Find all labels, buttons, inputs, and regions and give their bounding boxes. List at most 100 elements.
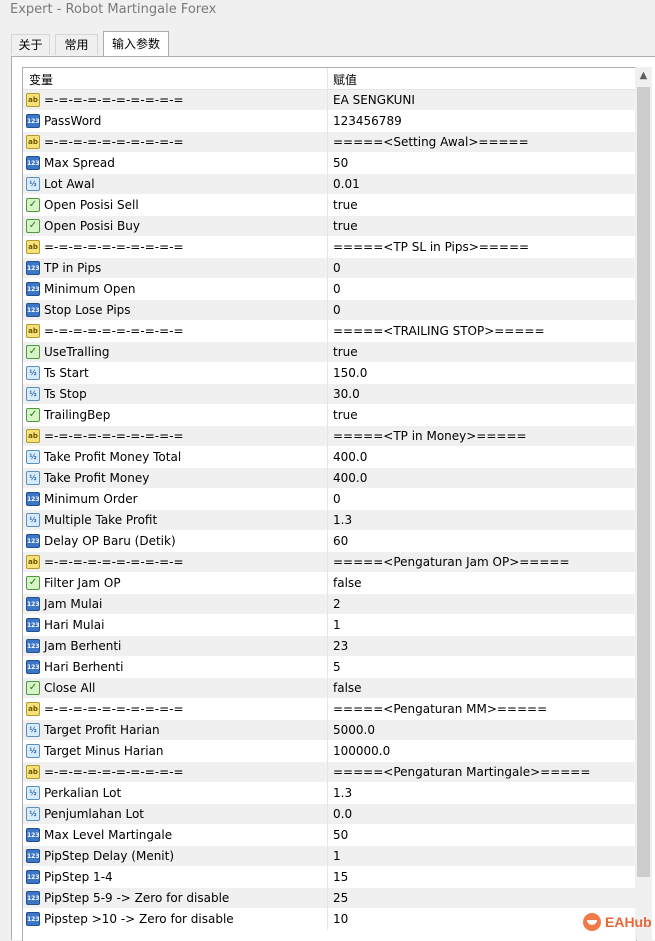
parameter-value[interactable]: 5000.0 (333, 723, 375, 737)
parameter-row[interactable]: 123 PipStep 1-4 15 (23, 867, 636, 888)
parameter-row[interactable]: 123 Delay OP Baru (Detik) 60 (23, 531, 636, 552)
parameter-value[interactable]: 400.0 (333, 471, 367, 485)
parameter-value[interactable]: =====<TP in Money>===== (333, 429, 527, 443)
parameter-row[interactable]: ½ Multiple Take Profit 1.3 (23, 510, 636, 531)
parameter-row[interactable]: ½ Perkalian Lot 1.3 (23, 783, 636, 804)
parameter-row[interactable]: 123 PassWord 123456789 (23, 111, 636, 132)
parameter-value[interactable]: false (333, 681, 362, 695)
parameter-value[interactable]: 123456789 (333, 114, 402, 128)
parameter-row[interactable]: ½ Take Profit Money Total 400.0 (23, 447, 636, 468)
parameter-name: Ts Stop (44, 387, 87, 401)
parameter-row[interactable]: ab =-=-=-=-=-=-=-=-=-= =====<Setting Awal>… (23, 132, 636, 153)
parameter-row[interactable]: 123 Hari Mulai 1 (23, 615, 636, 636)
parameter-value[interactable]: 0 (333, 303, 341, 317)
parameter-name: Target Profit Harian (44, 723, 160, 737)
parameter-value[interactable]: true (333, 219, 358, 233)
parameter-value[interactable]: =====<TRAILING STOP>===== (333, 324, 545, 338)
parameter-row[interactable]: 123 Minimum Open 0 (23, 279, 636, 300)
parameter-row[interactable]: ½ Lot Awal 0.01 (23, 174, 636, 195)
parameter-value[interactable]: 1 (333, 618, 341, 632)
parameter-value[interactable]: false (333, 576, 362, 590)
parameter-value[interactable]: 60 (333, 534, 348, 548)
parameter-value[interactable]: 2 (333, 597, 341, 611)
parameter-value[interactable]: 1 (333, 849, 341, 863)
parameter-row[interactable]: ½ Target Minus Harian 100000.0 (23, 741, 636, 762)
parameter-value[interactable]: 100000.0 (333, 744, 390, 758)
parameter-value[interactable]: 0 (333, 282, 341, 296)
tab-common[interactable]: 常用 (55, 34, 98, 55)
parameter-row[interactable]: ✓ Close All false (23, 678, 636, 699)
parameter-value[interactable]: 15 (333, 870, 348, 884)
parameter-value[interactable]: 150.0 (333, 366, 367, 380)
tab-about[interactable]: 关于 (11, 34, 50, 55)
integer-type-icon: 123 (26, 261, 40, 275)
parameter-value[interactable]: =====<Pengaturan MM>===== (333, 702, 547, 716)
parameter-value[interactable]: 50 (333, 156, 348, 170)
parameter-row[interactable]: ½ Take Profit Money 400.0 (23, 468, 636, 489)
double-type-icon: ½ (26, 471, 40, 485)
vertical-scrollbar[interactable]: ▲ (635, 67, 652, 940)
parameter-value[interactable]: =====<Setting Awal>===== (333, 135, 529, 149)
parameter-row[interactable]: ✓ TrailingBep true (23, 405, 636, 426)
parameter-value[interactable]: 400.0 (333, 450, 367, 464)
parameter-row[interactable]: 123 Jam Mulai 2 (23, 594, 636, 615)
parameter-value[interactable]: 10 (333, 912, 348, 926)
parameter-row[interactable]: ab =-=-=-=-=-=-=-=-=-= =====<TP SL in Pips… (23, 237, 636, 258)
parameter-row[interactable]: ab =-=-=-=-=-=-=-=-=-= =====<TRAILING STOP… (23, 321, 636, 342)
parameter-value[interactable]: 5 (333, 660, 341, 674)
parameter-row[interactable]: 123 Jam Berhenti 23 (23, 636, 636, 657)
column-header-value[interactable]: 赋值 (333, 71, 357, 88)
parameter-value[interactable]: =====<Pengaturan Jam OP>===== (333, 555, 570, 569)
parameter-row[interactable]: 123 Stop Lose Pips 0 (23, 300, 636, 321)
parameter-row[interactable]: 123 PipStep Delay (Menit) 1 (23, 846, 636, 867)
parameter-value[interactable]: =====<Pengaturan Martingale>===== (333, 765, 590, 779)
parameter-name: =-=-=-=-=-=-=-=-=-= (44, 429, 184, 443)
parameter-row[interactable]: 123 Max Spread 50 (23, 153, 636, 174)
parameter-value[interactable]: 50 (333, 828, 348, 842)
parameter-row[interactable]: ½ Target Profit Harian 5000.0 (23, 720, 636, 741)
parameter-value[interactable]: 0.01 (333, 177, 360, 191)
parameter-row[interactable]: 123 Pipstep >10 -> Zero for disable 10 (23, 909, 636, 930)
parameter-row[interactable]: ab =-=-=-=-=-=-=-=-=-= EA SENGKUNI (23, 90, 636, 111)
column-divider[interactable] (327, 68, 328, 89)
parameter-row[interactable]: ✓ UseTralling true (23, 342, 636, 363)
scroll-up-arrow-icon[interactable]: ▲ (635, 67, 652, 84)
parameter-row[interactable]: ½ Penjumlahan Lot 0.0 (23, 804, 636, 825)
tab-inputs[interactable]: 输入参数 (103, 31, 169, 56)
title-bar: Expert - Robot Martingale Forex (0, 0, 655, 22)
scrollbar-thumb[interactable] (637, 87, 650, 877)
parameter-row[interactable]: ✓ Open Posisi Sell true (23, 195, 636, 216)
parameter-value[interactable]: EA SENGKUNI (333, 93, 415, 107)
parameter-value[interactable]: true (333, 345, 358, 359)
parameter-row[interactable]: ✓ Open Posisi Buy true (23, 216, 636, 237)
parameter-value[interactable]: 0 (333, 492, 341, 506)
parameter-row[interactable]: ½ Ts Start 150.0 (23, 363, 636, 384)
parameter-row[interactable]: 123 PipStep 5-9 -> Zero for disable 25 (23, 888, 636, 909)
boolean-type-icon: ✓ (26, 681, 40, 695)
parameter-value[interactable]: =====<TP SL in Pips>===== (333, 240, 529, 254)
string-type-icon: ab (26, 702, 40, 716)
parameter-value[interactable]: 1.3 (333, 786, 352, 800)
parameter-row[interactable]: ½ Ts Stop 30.0 (23, 384, 636, 405)
parameter-value[interactable]: true (333, 198, 358, 212)
parameter-name: =-=-=-=-=-=-=-=-=-= (44, 555, 184, 569)
parameter-row[interactable]: 123 TP in Pips 0 (23, 258, 636, 279)
parameter-value[interactable]: 0 (333, 261, 341, 275)
parameter-row[interactable]: 123 Hari Berhenti 5 (23, 657, 636, 678)
parameter-value[interactable]: 23 (333, 639, 348, 653)
parameter-row[interactable]: ab =-=-=-=-=-=-=-=-=-= =====<Pengaturan Ma… (23, 762, 636, 783)
parameter-value[interactable]: 0.0 (333, 807, 352, 821)
parameter-row[interactable]: 123 Max Level Martingale 50 (23, 825, 636, 846)
parameter-value[interactable]: 25 (333, 891, 348, 905)
parameter-value[interactable]: 1.3 (333, 513, 352, 527)
parameter-value[interactable]: true (333, 408, 358, 422)
parameter-row[interactable]: ✓ Filter Jam OP false (23, 573, 636, 594)
parameter-row[interactable]: ab =-=-=-=-=-=-=-=-=-= =====<Pengaturan Ja… (23, 552, 636, 573)
column-header-variable[interactable]: 变量 (29, 71, 53, 88)
parameter-row[interactable]: 123 Minimum Order 0 (23, 489, 636, 510)
parameter-name: Penjumlahan Lot (44, 807, 145, 821)
parameter-row[interactable]: ab =-=-=-=-=-=-=-=-=-= =====<Pengaturan MM… (23, 699, 636, 720)
column-divider (327, 657, 328, 678)
parameter-row[interactable]: ab =-=-=-=-=-=-=-=-=-= =====<TP in Money>=… (23, 426, 636, 447)
parameter-value[interactable]: 30.0 (333, 387, 360, 401)
